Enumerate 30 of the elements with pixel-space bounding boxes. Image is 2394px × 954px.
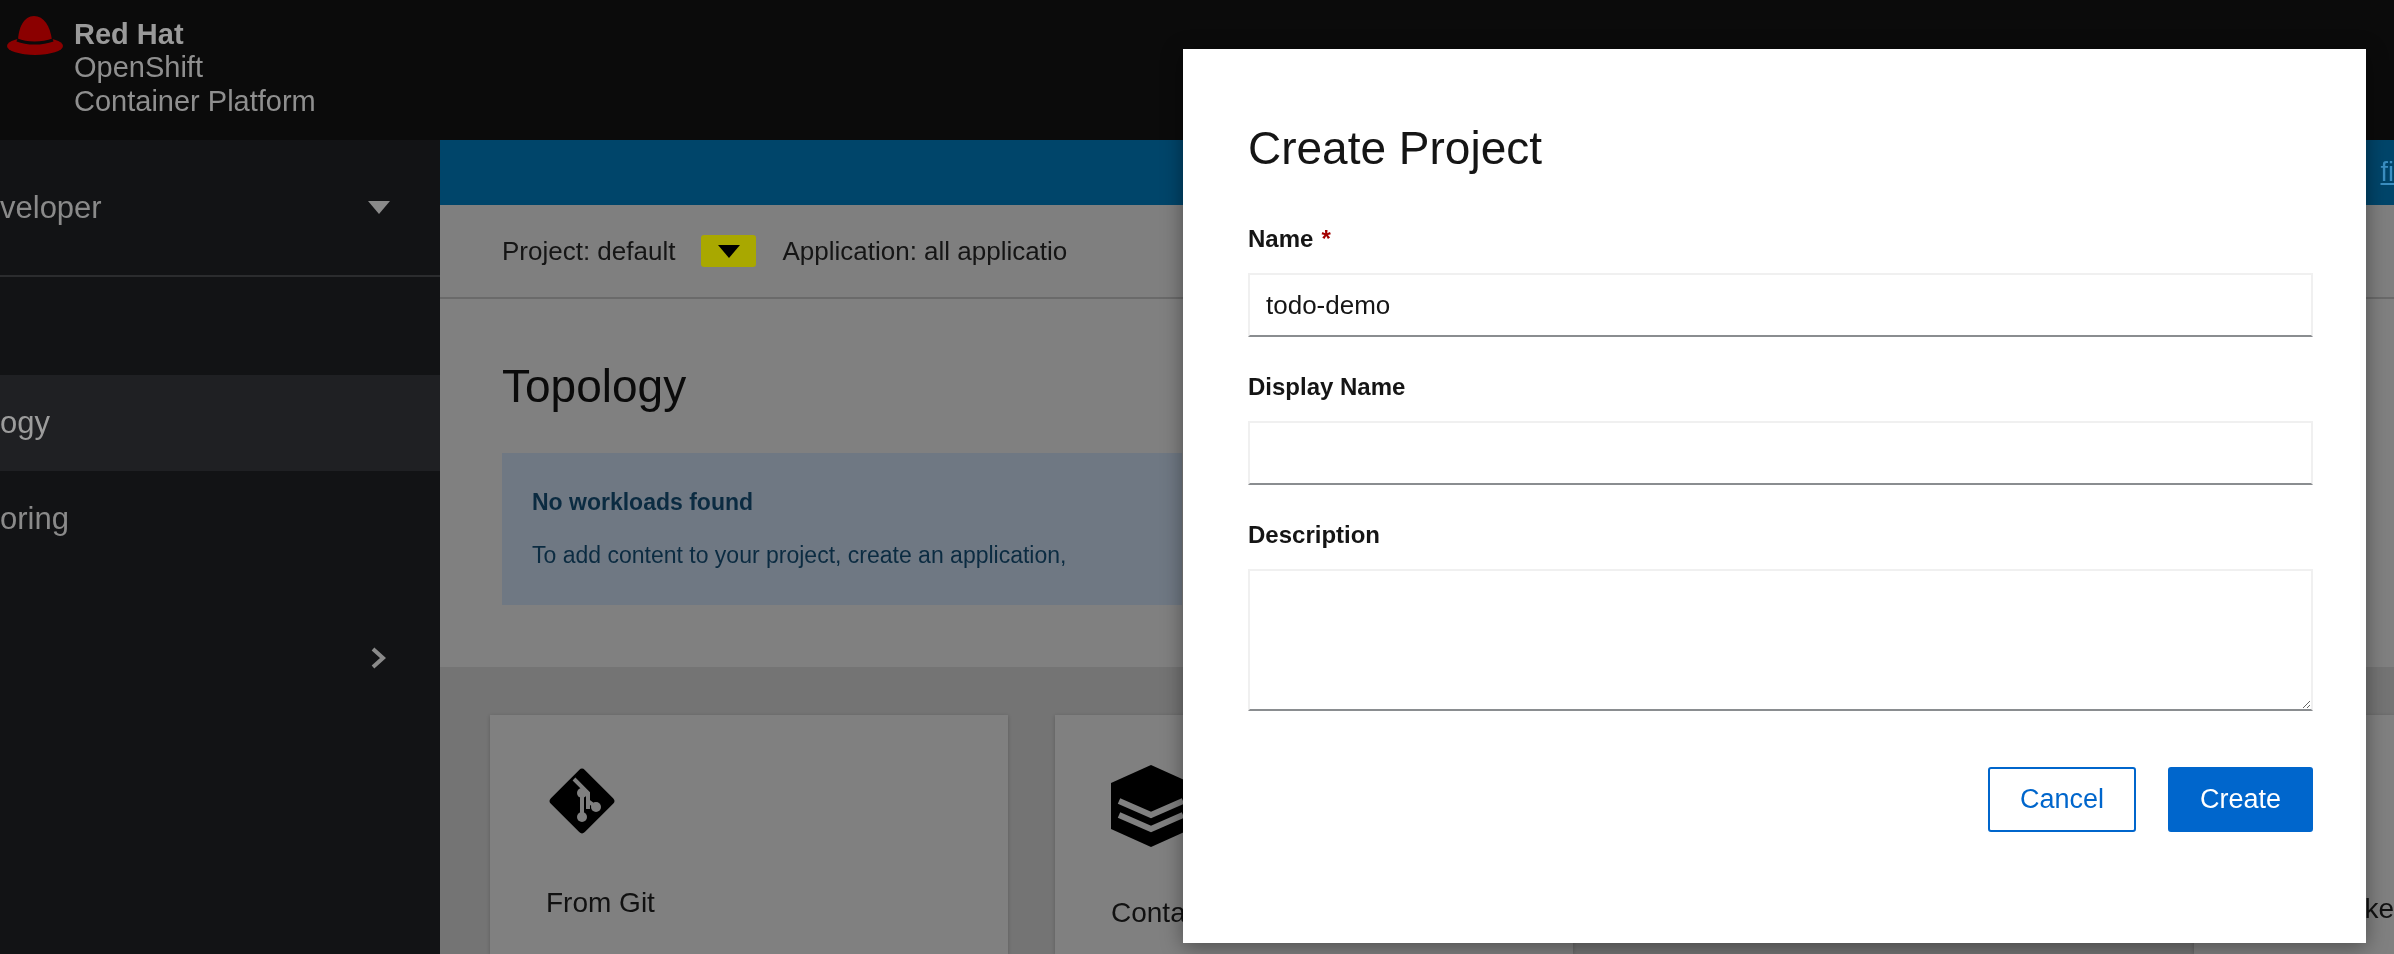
- hat-logo-icon: [6, 14, 64, 56]
- input-field[interactable]: [1248, 421, 2313, 485]
- field-label-text: Display Name: [1248, 373, 1406, 401]
- field-label-text: Description: [1248, 521, 1381, 549]
- card-label: Conta: [1111, 897, 1187, 929]
- caret-icon: [368, 201, 390, 214]
- nav-item[interactable]: oring: [0, 471, 440, 567]
- product-name: OpenShift: [74, 50, 204, 84]
- card-label: ke: [2364, 893, 2394, 925]
- caret-icon: [717, 244, 740, 258]
- required-mark: *: [1321, 225, 1331, 253]
- chevron-icon[interactable]: [370, 647, 386, 669]
- secondary-button[interactable]: Cancel: [1987, 767, 2136, 832]
- dropdown-toggle[interactable]: [701, 235, 757, 267]
- dialog-title: Create Project: [1248, 121, 1543, 175]
- brand-name: Red Hat: [74, 18, 185, 50]
- page-title: Topology: [502, 359, 687, 413]
- alert-title: No workloads found: [532, 489, 755, 516]
- description-field[interactable]: [1248, 569, 2313, 711]
- application-selector[interactable]: Application: all applicatio: [782, 235, 1068, 267]
- project-selector[interactable]: Project: default: [502, 235, 676, 267]
- nav-item[interactable]: ogy: [0, 375, 440, 471]
- card-label: From Git: [546, 887, 656, 919]
- field-label-text: Name: [1248, 225, 1314, 253]
- banner-link[interactable]: fi: [2380, 157, 2394, 188]
- alert-text: To add content to your project, create an application,: [532, 542, 1068, 569]
- primary-button[interactable]: Create: [2167, 767, 2313, 832]
- input-field[interactable]: todo-demo: [1248, 273, 2313, 337]
- add-option-card[interactable]: From Git: [490, 715, 1008, 954]
- product-subtitle: Container Platform: [74, 84, 316, 118]
